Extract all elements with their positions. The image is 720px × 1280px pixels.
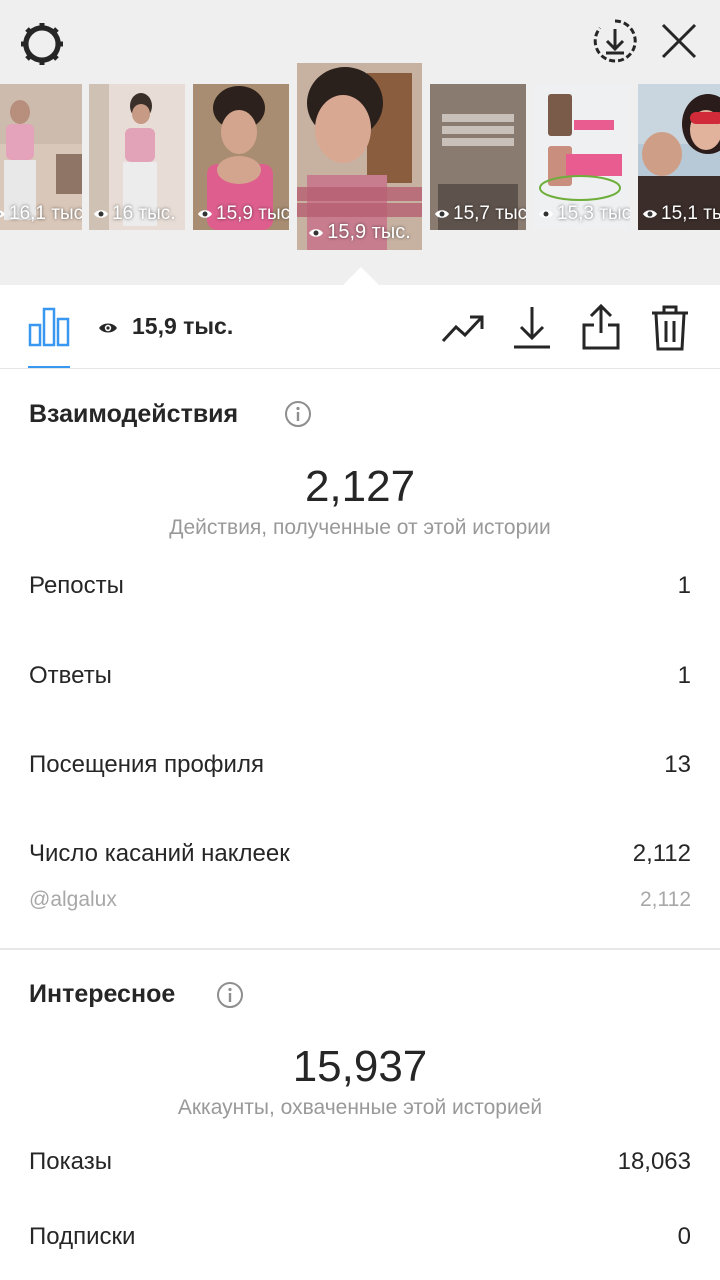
interactions-section: Взаимодействия 2,127 Действия, полученны… <box>0 370 720 948</box>
metric-row-sticker-taps: Число касаний наклеек 2,112 <box>29 834 691 874</box>
download-circle-icon[interactable] <box>592 18 638 64</box>
story-views: 15,9 тыс. <box>216 203 289 224</box>
metric-value: 2,112 <box>632 840 691 867</box>
discovery-caption: Аккаунты, охваченные этой историей <box>177 1096 543 1119</box>
selection-pointer <box>343 267 379 285</box>
metric-row-sticker-mention[interactable]: @algalux 2,112 <box>29 880 691 920</box>
eye-icon <box>539 210 553 218</box>
eye-icon <box>309 228 324 237</box>
metric-row-impressions: Показы 18,063 <box>29 1142 691 1182</box>
story-views: 15,7 тыс. <box>453 203 526 224</box>
interactions-total: 2,127 <box>304 462 416 511</box>
story-views: 15,1 тыс. <box>661 203 720 224</box>
stories-header: 16,1 тыс. 16 тыс. 15,9 тыс. 15,9 тыс. 15… <box>0 0 720 285</box>
story-views: 15,9 тыс. <box>327 221 411 243</box>
story-thumbnail[interactable]: 15,9 тыс. <box>193 84 289 230</box>
story-views: 16 тыс. <box>112 203 176 224</box>
metric-label: Подписки <box>29 1223 136 1250</box>
gear-icon[interactable] <box>18 20 66 68</box>
eye-icon <box>435 210 449 218</box>
metric-row-reposts: Репосты 1 <box>29 566 691 606</box>
discovery-total: 15,937 <box>292 1042 428 1091</box>
metric-label: Показы <box>29 1148 112 1175</box>
metric-label: Посещения профиля <box>29 751 264 778</box>
story-views: 15,3 тыс. <box>557 203 630 224</box>
views-count: 15,9 тыс. <box>132 313 234 339</box>
metric-value: 13 <box>664 751 691 778</box>
metric-value: 1 <box>677 572 691 599</box>
download-icon[interactable] <box>512 305 552 351</box>
story-thumbnail-selected[interactable]: 15,9 тыс. <box>297 63 422 250</box>
active-tab-indicator <box>28 366 70 368</box>
metric-row-profile-visits: Посещения профиля 13 <box>29 745 691 785</box>
sticker-mention-value: 2,112 <box>640 888 691 911</box>
metric-label: Репосты <box>29 572 124 599</box>
interactions-caption: Действия, полученные от этой истории <box>169 516 551 539</box>
metric-row-follows: Подписки 0 <box>29 1217 691 1257</box>
eye-icon <box>0 210 5 218</box>
eye-icon <box>94 210 108 218</box>
insights-toolbar: 15,9 тыс. <box>0 285 720 369</box>
story-views: 16,1 тыс. <box>9 203 82 224</box>
eye-icon <box>99 323 117 333</box>
trash-icon[interactable] <box>650 305 690 351</box>
bar-chart-icon[interactable] <box>28 305 70 347</box>
metric-value: 1 <box>677 662 691 689</box>
sticker-mention-label[interactable]: @algalux <box>29 888 117 912</box>
share-icon[interactable] <box>580 303 622 351</box>
interactions-title: Взаимодействия <box>29 400 239 428</box>
trending-up-icon[interactable] <box>440 309 486 347</box>
eye-icon <box>198 210 212 218</box>
story-thumbnail[interactable]: 16 тыс. <box>89 84 185 230</box>
eye-icon <box>643 210 657 218</box>
info-icon[interactable] <box>216 981 244 1009</box>
discovery-section: Интересное 15,937 Аккаунты, охваченные э… <box>0 950 720 1280</box>
metric-row-replies: Ответы 1 <box>29 656 691 696</box>
metric-value: 18,063 <box>617 1148 691 1175</box>
discovery-title: Интересное <box>29 980 176 1008</box>
metric-label: Ответы <box>29 662 112 689</box>
info-icon[interactable] <box>284 400 312 428</box>
story-thumbnail[interactable]: 15,1 тыс. <box>638 84 720 230</box>
close-icon[interactable] <box>658 20 700 62</box>
story-thumbnail[interactable]: 15,3 тыс. <box>534 84 630 230</box>
story-thumbnail[interactable]: 15,7 тыс. <box>430 84 526 230</box>
metric-value: 0 <box>677 1223 691 1250</box>
story-thumbnail[interactable]: 16,1 тыс. <box>0 84 82 230</box>
metric-label: Число касаний наклеек <box>29 840 290 867</box>
